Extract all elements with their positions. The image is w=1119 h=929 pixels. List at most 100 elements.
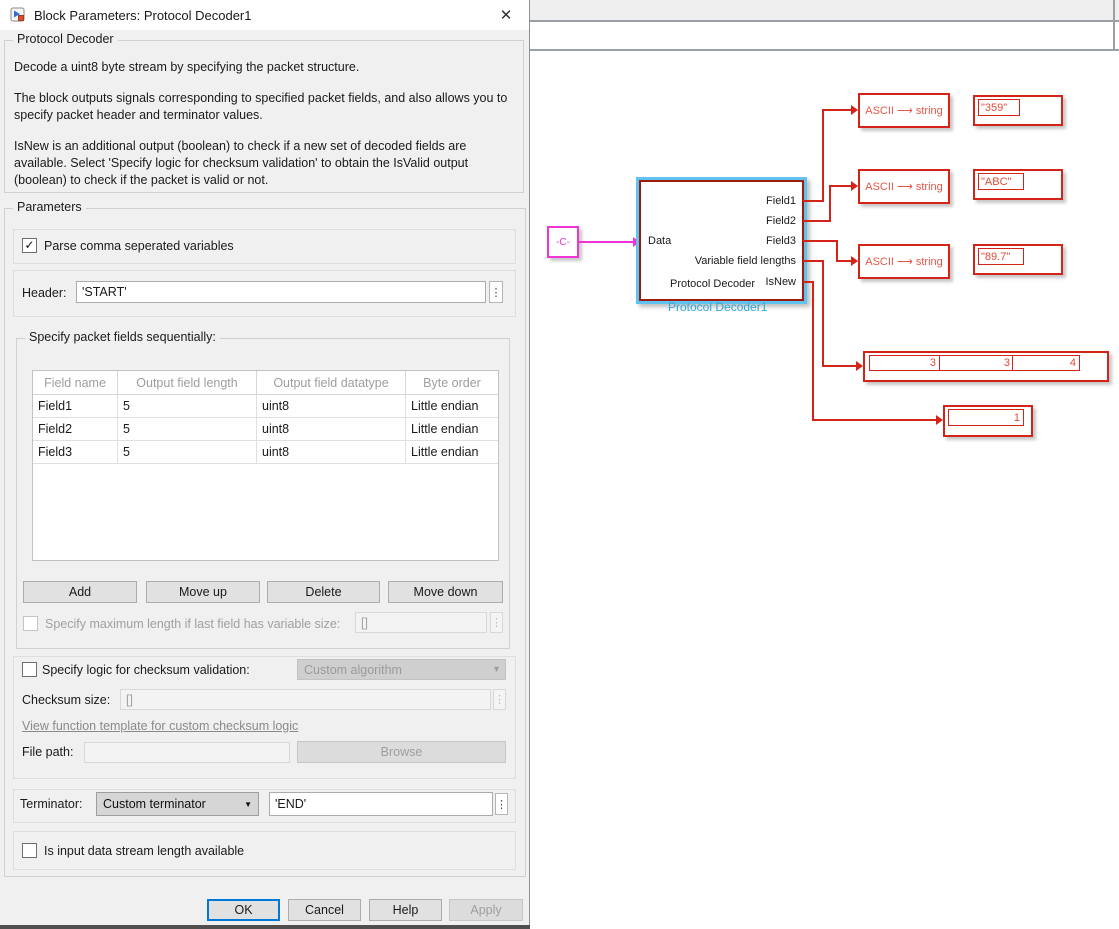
table-cell[interactable]: Field1 [33, 395, 118, 418]
display-block-isnew[interactable]: 1 [943, 405, 1033, 437]
header-label: Header: [22, 286, 66, 300]
header-options-button[interactable]: ⋮ [489, 281, 503, 303]
stream-length-checkbox[interactable] [22, 843, 37, 858]
protocol-decoder-body: Data Field1 Field2 Field3 Variable field… [639, 180, 804, 301]
wire-arrowhead [851, 181, 858, 191]
parse-csv-label: Parse comma seperated variables [44, 239, 234, 253]
model-canvas[interactable] [530, 0, 1119, 929]
packet-fields-table[interactable]: Field name Output field length Output fi… [32, 370, 499, 561]
checksum-template-link[interactable]: View function template for custom checks… [22, 719, 298, 733]
stream-length-label: Is input data stream length available [44, 844, 244, 858]
table-cell[interactable]: Field2 [33, 418, 118, 441]
max-length-input: [] [355, 612, 487, 633]
terminator-mode-value: Custom terminator [103, 797, 206, 811]
table-cell[interactable]: 5 [118, 441, 257, 464]
dialog-title: Block Parameters: Protocol Decoder1 [34, 8, 251, 23]
signal-wire[interactable] [803, 220, 829, 222]
checksum-size-options-button: ⋮ [493, 689, 506, 710]
display-value: 1 [948, 409, 1024, 426]
signal-wire[interactable] [803, 281, 812, 283]
display-block-lengths[interactable]: 3 3 4 [863, 351, 1109, 382]
table-cell[interactable]: Little endian [406, 395, 498, 418]
output-port-label: Variable field lengths [695, 255, 796, 267]
header-input[interactable]: 'START' [76, 281, 486, 303]
signal-wire[interactable] [822, 365, 856, 367]
dialog-bottom-edge [0, 925, 530, 929]
description-group: Protocol Decoder Decode a uint8 byte str… [4, 40, 524, 193]
table-cell[interactable]: 5 [118, 395, 257, 418]
browse-button: Browse [297, 741, 506, 763]
signal-wire[interactable] [822, 109, 851, 111]
display-block[interactable]: "89.7" [973, 244, 1063, 275]
table-cell[interactable]: 5 [118, 418, 257, 441]
checksum-checkbox[interactable] [22, 662, 37, 677]
protocol-decoder-block[interactable]: Data Field1 Field2 Field3 Variable field… [636, 177, 807, 304]
move-down-button[interactable]: Move down [388, 581, 503, 603]
display-block[interactable]: "ABC" [973, 169, 1063, 200]
ascii-to-string-block[interactable]: ASCII ⟶ string [858, 93, 950, 128]
table-row[interactable]: Field3 5 uint8 Little endian [33, 441, 498, 464]
display-value: "ABC" [978, 173, 1024, 190]
ascii-to-string-block[interactable]: ASCII ⟶ string [858, 169, 950, 204]
parse-csv-checkbox[interactable]: ✓ [22, 238, 37, 253]
table-cell[interactable]: Field3 [33, 441, 118, 464]
check-icon: ✓ [24, 239, 34, 252]
column-header: Output field datatype [257, 371, 406, 395]
help-button[interactable]: Help [369, 899, 442, 921]
signal-wire[interactable] [829, 185, 831, 222]
ok-button[interactable]: OK [207, 899, 280, 921]
simulink-block-icon [10, 7, 26, 23]
table-row[interactable]: Field2 5 uint8 Little endian [33, 418, 498, 441]
terminator-options-button[interactable]: ⋮ [495, 793, 508, 815]
signal-wire[interactable] [812, 419, 936, 421]
checksum-algorithm-value: Custom algorithm [304, 663, 402, 677]
packet-fields-group-label: Specify packet fields sequentially: [25, 330, 220, 344]
chevron-down-icon: ▾ [494, 664, 499, 675]
move-up-button[interactable]: Move up [146, 581, 260, 603]
table-cell[interactable]: uint8 [257, 395, 406, 418]
ascii-to-string-block[interactable]: ASCII ⟶ string [858, 244, 950, 279]
dialog-titlebar[interactable]: Block Parameters: Protocol Decoder1 ✕ [0, 0, 529, 30]
table-cell[interactable]: Little endian [406, 441, 498, 464]
description-group-label: Protocol Decoder [13, 32, 118, 46]
table-cell[interactable]: uint8 [257, 418, 406, 441]
signal-wire[interactable] [803, 200, 823, 202]
close-icon[interactable]: ✕ [493, 6, 519, 24]
checksum-algorithm-dropdown: Custom algorithm ▾ [297, 659, 506, 680]
table-header-row: Field name Output field length Output fi… [33, 371, 498, 395]
delete-button[interactable]: Delete [267, 581, 380, 603]
terminator-input[interactable]: 'END' [269, 792, 493, 816]
checksum-checkbox-label[interactable]: Specify logic for checksum validation: [42, 663, 250, 677]
signal-wire[interactable] [829, 185, 851, 187]
display-value: "359" [978, 99, 1020, 116]
signal-wire[interactable] [812, 281, 814, 421]
display-value: "89.7" [978, 248, 1024, 265]
cancel-button[interactable]: Cancel [288, 899, 361, 921]
table-cell[interactable]: Little endian [406, 418, 498, 441]
ascii-block-label: ASCII ⟶ string [865, 104, 943, 117]
constant-block[interactable]: -C- [547, 226, 579, 258]
file-path-label: File path: [22, 745, 73, 759]
output-port-label: Field2 [766, 215, 796, 227]
signal-wire[interactable] [836, 240, 838, 262]
display-block[interactable]: "359" [973, 95, 1063, 126]
table-cell[interactable]: uint8 [257, 441, 406, 464]
description-paragraph: Decode a uint8 byte stream by specifying… [14, 59, 514, 76]
column-header: Output field length [118, 371, 257, 395]
signal-wire[interactable] [803, 240, 838, 242]
apply-button: Apply [449, 899, 523, 921]
block-caption[interactable]: Protocol Decoder1 [668, 300, 767, 314]
terminator-mode-dropdown[interactable]: Custom terminator ▼ [96, 792, 259, 816]
signal-wire[interactable] [579, 241, 633, 243]
ascii-block-label: ASCII ⟶ string [865, 180, 943, 193]
model-toolbar-strip [530, 0, 1119, 20]
signal-wire[interactable] [803, 260, 822, 262]
wire-arrowhead [851, 256, 858, 266]
add-button[interactable]: Add [23, 581, 137, 603]
signal-wire[interactable] [836, 260, 851, 262]
ascii-block-label: ASCII ⟶ string [865, 255, 943, 268]
signal-wire[interactable] [822, 109, 824, 202]
signal-wire[interactable] [822, 260, 824, 367]
checksum-size-label: Checksum size: [22, 693, 110, 707]
table-row[interactable]: Field1 5 uint8 Little endian [33, 395, 498, 418]
